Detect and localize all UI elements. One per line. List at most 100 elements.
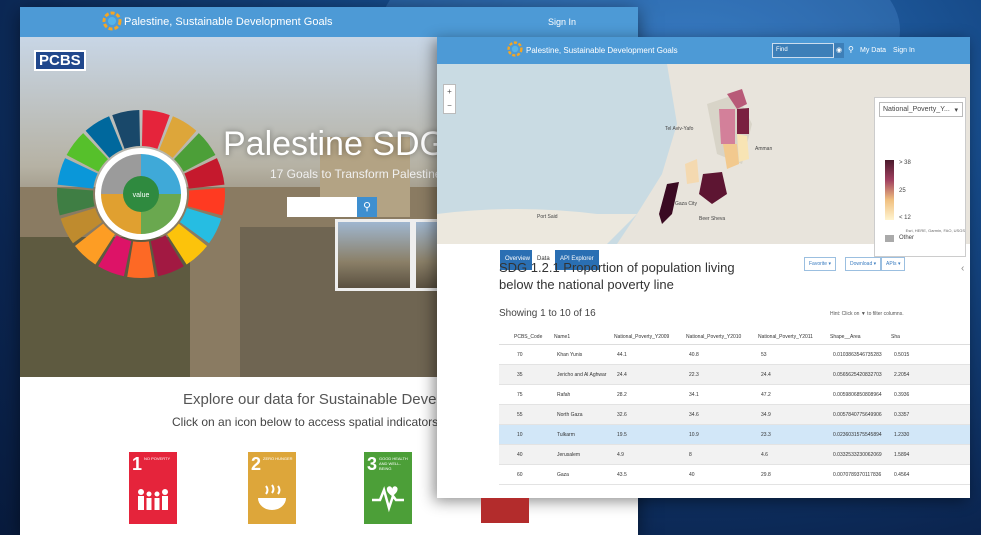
goal-1-tile[interactable]: 1 NO POVERTY bbox=[129, 452, 177, 524]
table-cell: 1.5894 bbox=[894, 452, 910, 458]
sdg-logo-icon[interactable] bbox=[102, 11, 122, 31]
filter-hint: Hint: Click on ▼ to filter columns. bbox=[830, 311, 904, 317]
map-place-label: Beer Sheva bbox=[699, 216, 726, 222]
map-view[interactable]: + − National_Poverty_Y... ▾ > 38 25 < 12 O… bbox=[437, 64, 970, 270]
top-nav: Palestine, Sustainable Development Goals… bbox=[437, 37, 970, 64]
sign-in-link[interactable]: Sign In bbox=[548, 17, 576, 27]
table-cell: 44.1 bbox=[617, 352, 627, 358]
table-cell: Khan Yunis bbox=[557, 352, 583, 358]
table-cell: 10 bbox=[517, 432, 523, 438]
table-row[interactable]: 60 Gaza 43.5 40 29.8 0.0070789370117836 0.4564 bbox=[499, 465, 970, 485]
table-cell: 24.4 bbox=[617, 372, 627, 378]
apis-button[interactable]: APIs ▾ bbox=[881, 257, 906, 271]
legend-mid: 25 bbox=[899, 188, 906, 194]
table-cell: 0.4564 bbox=[894, 472, 910, 478]
table-cell: 8 bbox=[689, 452, 692, 458]
my-data-link[interactable]: My Data bbox=[860, 47, 886, 54]
chevron-left-icon[interactable]: ‹ bbox=[961, 263, 964, 274]
download-label: Download bbox=[850, 261, 873, 267]
map-place-label: Gaza City bbox=[675, 201, 697, 207]
hero-search-input[interactable] bbox=[287, 197, 357, 217]
table-cell: 22.3 bbox=[689, 372, 699, 378]
legend-high: > 38 bbox=[899, 160, 911, 166]
table-cell: Rafah bbox=[557, 392, 571, 398]
table-cell: 23.3 bbox=[761, 432, 771, 438]
table-cell: 40 bbox=[517, 452, 523, 458]
location-icon[interactable]: ◉ bbox=[834, 43, 844, 58]
table-cell: 55 bbox=[517, 412, 523, 418]
table-cell: 4.6 bbox=[761, 452, 768, 458]
table-row[interactable]: 10 Tulkarm 19.5 10.9 23.3 0.0236031575545894 1… bbox=[499, 425, 970, 445]
site-title[interactable]: Palestine, Sustainable Development Goals bbox=[124, 16, 333, 28]
sign-in-link[interactable]: Sign In bbox=[893, 47, 915, 54]
legend-color-ramp bbox=[885, 160, 894, 220]
goal-3-tile[interactable]: 3 GOOD HEALTH AND WELL-BEING bbox=[364, 452, 412, 524]
column-header[interactable]: National_Poverty_Y2011 bbox=[758, 334, 813, 340]
table-cell: 28.2 bbox=[617, 392, 627, 398]
legend-other-swatch bbox=[885, 235, 894, 242]
gallery-thumbnail[interactable] bbox=[335, 219, 413, 291]
column-header[interactable]: National_Poverty_Y2009 bbox=[614, 334, 669, 340]
table-cell: 4.9 bbox=[617, 452, 624, 458]
table-row[interactable]: 35 Jericho and Al Aghwar 24.4 22.3 24.4 0.056… bbox=[499, 365, 970, 385]
top-nav: Palestine, Sustainable Development Goals… bbox=[20, 7, 638, 37]
table-cell: 75 bbox=[517, 392, 523, 398]
table-cell: 0.0332533230062069 bbox=[833, 452, 882, 458]
open-data-window: Palestine, Sustainable Development Goals… bbox=[437, 37, 970, 498]
goal-label: ZERO HUNGER bbox=[263, 456, 293, 461]
sdg-wheel-segment[interactable] bbox=[127, 241, 155, 278]
sdg-logo-icon[interactable] bbox=[507, 41, 523, 57]
search-icon[interactable]: ⚲ bbox=[357, 197, 377, 217]
legend-field-label: National_Poverty_Y... bbox=[883, 106, 950, 113]
column-header[interactable]: PCBS_Code bbox=[514, 334, 542, 340]
column-header[interactable]: Sha bbox=[891, 334, 900, 340]
zoom-control[interactable]: + − bbox=[443, 84, 456, 114]
map-place-label: Tel Aviv-Yafo bbox=[665, 126, 694, 132]
table-row[interactable]: 40 Jerusalem 4.9 8 4.6 0.0332533230062069 1.58… bbox=[499, 445, 970, 465]
favorite-button[interactable]: Favorite ▾ bbox=[804, 257, 836, 271]
table-cell: 60 bbox=[517, 472, 523, 478]
table-cell: 0.3357 bbox=[894, 412, 910, 418]
table-cell: 29.8 bbox=[761, 472, 771, 478]
table-cell: Gaza bbox=[557, 472, 569, 478]
table-cell: 10.9 bbox=[689, 432, 699, 438]
table-cell: 53 bbox=[761, 352, 767, 358]
table-cell: 0.3936 bbox=[894, 392, 910, 398]
heartbeat-icon bbox=[372, 486, 404, 513]
find-input[interactable]: Find bbox=[772, 43, 834, 58]
site-title[interactable]: Palestine, Sustainable Development Goals bbox=[526, 46, 678, 55]
goal-2-tile[interactable]: 2 ZERO HUNGER bbox=[248, 452, 296, 524]
showing-count: Showing 1 to 10 of 16 bbox=[499, 308, 596, 319]
table-cell: 40.8 bbox=[689, 352, 699, 358]
goal-number: 3 bbox=[367, 454, 378, 474]
table-row[interactable]: 70 Khan Yunis 44.1 40.8 53 0.0103863546735283… bbox=[499, 345, 970, 365]
favorite-label: Favorite bbox=[809, 261, 828, 267]
table-cell: 40 bbox=[689, 472, 695, 478]
dataset-title: SDG 1.2.1 Proportion of population livin… bbox=[499, 260, 735, 292]
table-cell: 34.6 bbox=[689, 412, 699, 418]
search-icon[interactable]: ⚲ bbox=[848, 45, 854, 54]
table-cell: 0.0057840775649906 bbox=[833, 412, 882, 418]
goal-label: GOOD HEALTH AND WELL-BEING bbox=[379, 456, 408, 471]
map-place-label: Amman bbox=[755, 146, 773, 152]
download-button[interactable]: Download ▾ bbox=[845, 257, 882, 271]
table-cell: 47.2 bbox=[761, 392, 771, 398]
pcbs-logo[interactable]: PCBS bbox=[34, 50, 86, 71]
table-cell: 34.1 bbox=[689, 392, 699, 398]
column-header[interactable]: Name1 bbox=[554, 334, 570, 340]
column-header[interactable]: Shape__Area bbox=[830, 334, 861, 340]
hero-subtitle: 17 Goals to Transform Palestine bbox=[270, 167, 442, 181]
table-cell: 43.5 bbox=[617, 472, 627, 478]
goal-number: 1 bbox=[132, 454, 143, 474]
table-row[interactable]: 55 North Gaza 32.6 34.6 34.9 0.00578407756499… bbox=[499, 405, 970, 425]
column-header[interactable]: National_Poverty_Y2010 bbox=[686, 334, 741, 340]
goal-number: 2 bbox=[251, 454, 262, 474]
legend-field-select[interactable]: National_Poverty_Y... ▾ bbox=[879, 102, 963, 117]
table-row[interactable]: 75 Rafah 28.2 34.1 47.2 0.0059806850808964 0.3… bbox=[499, 385, 970, 405]
goal-tile-partial[interactable] bbox=[481, 498, 529, 523]
table-cell: 0.5015 bbox=[894, 352, 910, 358]
table-cell: 0.0103863546735283 bbox=[833, 352, 882, 358]
table-cell: 35 bbox=[517, 372, 523, 378]
legend-low: < 12 bbox=[899, 215, 911, 221]
sdg-wheel-icon[interactable]: value bbox=[56, 79, 226, 309]
